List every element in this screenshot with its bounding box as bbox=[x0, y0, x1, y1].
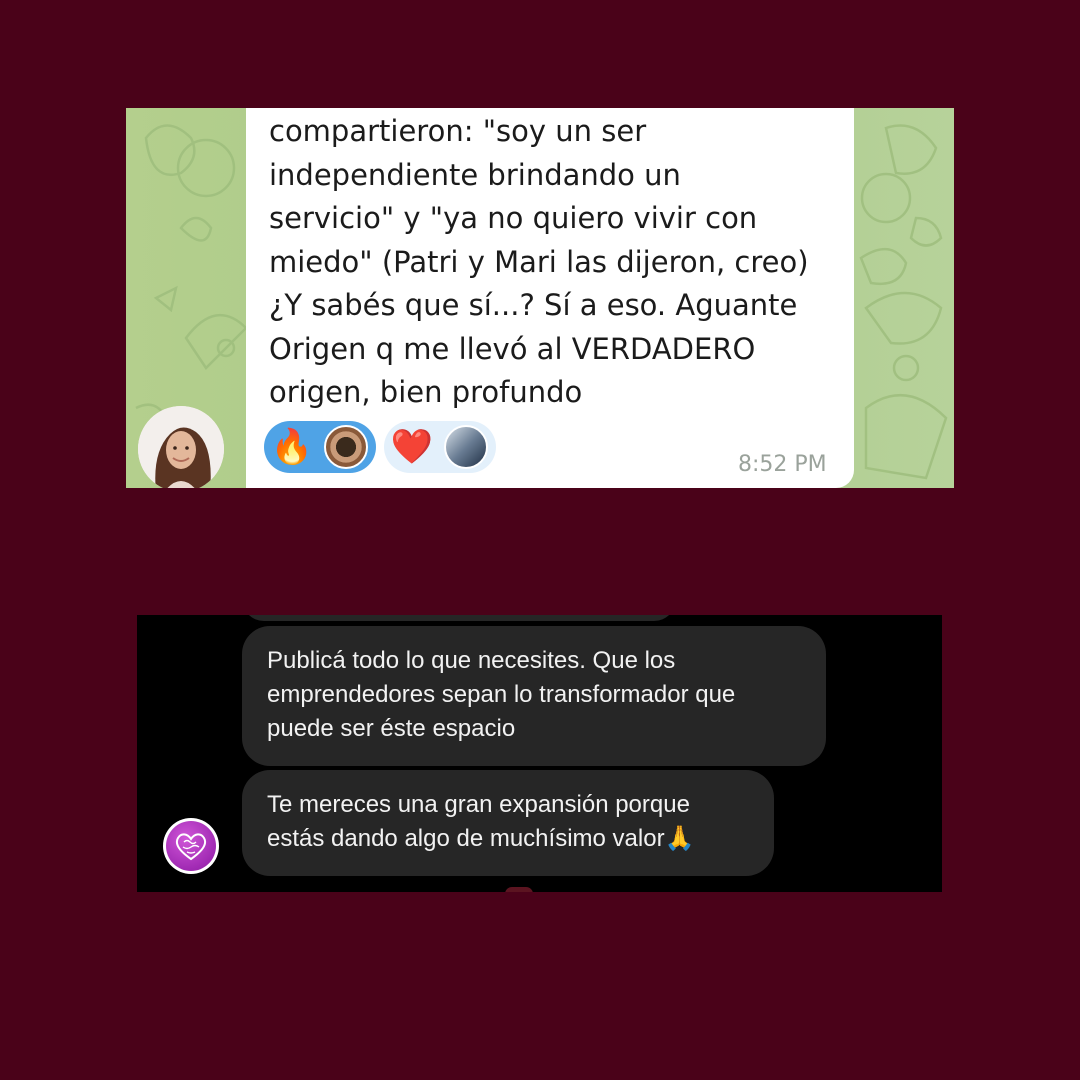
heart-brain-logo-icon bbox=[166, 821, 216, 871]
previous-message-bubble bbox=[242, 615, 676, 621]
woman-photo-avatar-icon bbox=[138, 406, 224, 488]
message-text: Publicá todo lo que necesites. Que los e… bbox=[267, 647, 736, 742]
reaction-heart[interactable]: ❤️ bbox=[384, 421, 496, 473]
message-text: Te mereces una gran expansión porque est… bbox=[267, 791, 695, 852]
message-time: 8:52 PM bbox=[738, 452, 827, 477]
telegram-chat-screenshot: compartieron: "soy un ser independiente … bbox=[126, 108, 954, 488]
reaction-fire[interactable]: 🔥 bbox=[264, 421, 376, 473]
message-bubble[interactable]: Publicá todo lo que necesites. Que los e… bbox=[242, 626, 826, 766]
dark-chat-screenshot: Publicá todo lo que necesites. Que los e… bbox=[137, 615, 942, 892]
red-heart-emoji-icon: ❤️ bbox=[390, 427, 434, 467]
fire-emoji-icon: 🔥 bbox=[270, 427, 314, 467]
reactor-avatar bbox=[324, 425, 368, 469]
next-reaction-hint bbox=[505, 887, 533, 892]
sender-avatar[interactable] bbox=[163, 818, 219, 874]
message-bubble[interactable]: Te mereces una gran expansión porque est… bbox=[242, 770, 774, 876]
message-text: compartieron: "soy un ser independiente … bbox=[269, 114, 809, 409]
sender-avatar[interactable] bbox=[138, 406, 224, 488]
reactor-avatar bbox=[444, 425, 488, 469]
